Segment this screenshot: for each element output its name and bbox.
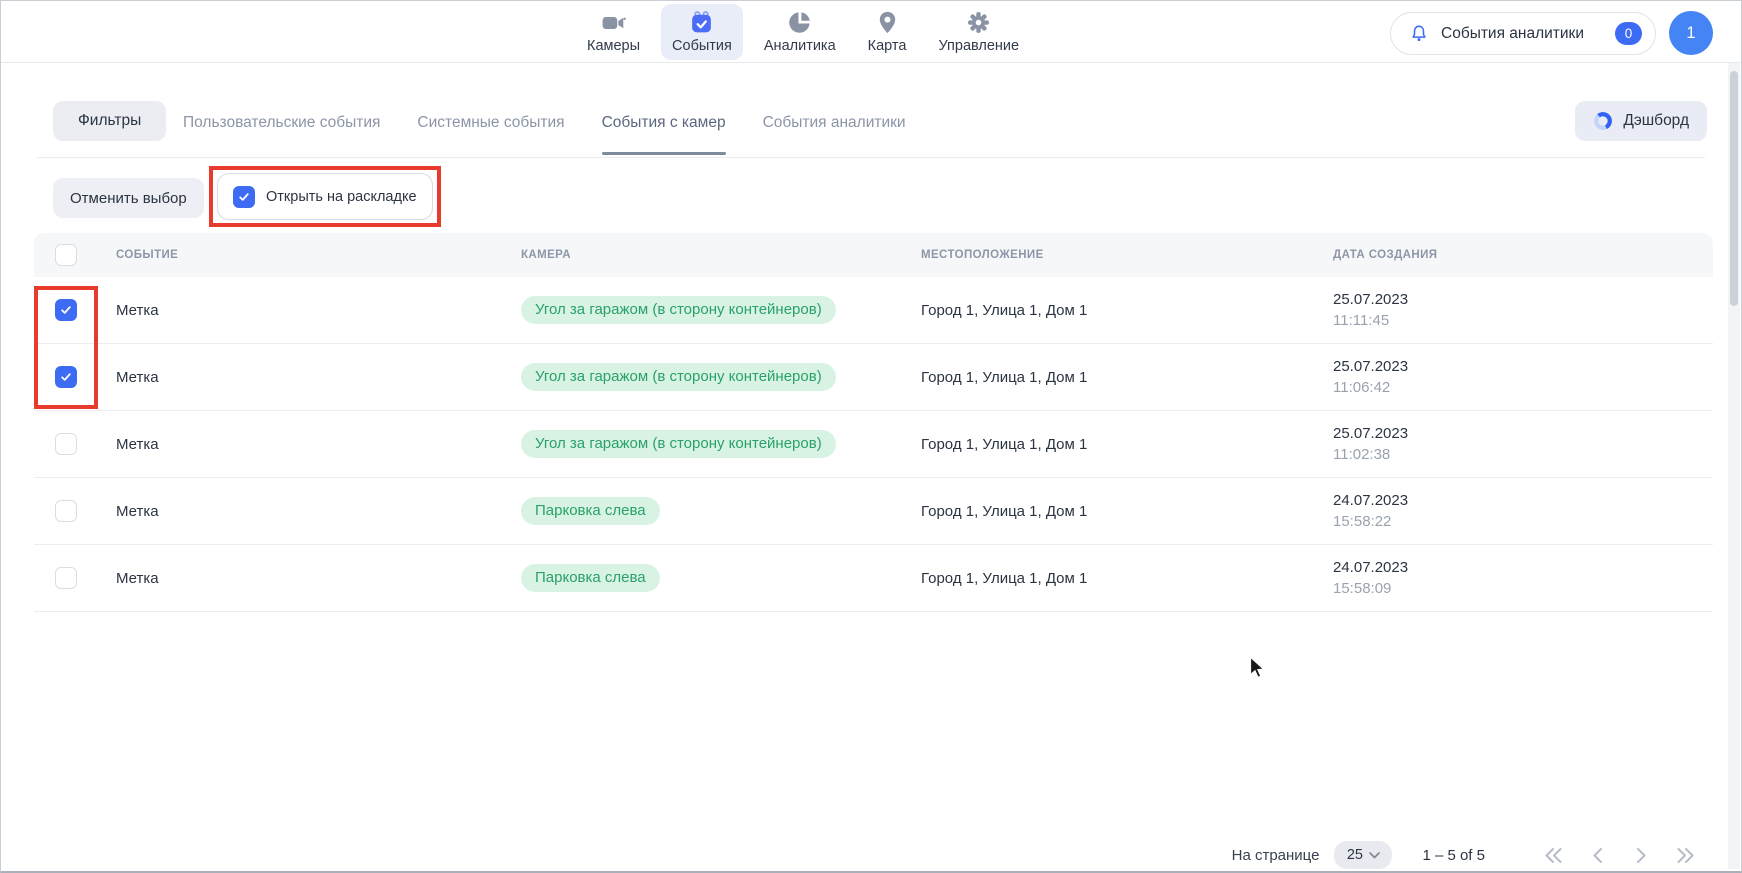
event-cell: Метка bbox=[116, 503, 521, 520]
location-cell: Город 1, Улица 1, Дом 1 bbox=[921, 369, 1333, 386]
nav-label: Карта bbox=[868, 38, 907, 54]
created-cell: 24.07.202315:58:09 bbox=[1333, 557, 1713, 599]
open-on-layout-label: Открыть на раскладке bbox=[266, 189, 417, 205]
next-page-button[interactable] bbox=[1629, 843, 1653, 867]
scrollbar-thumb[interactable] bbox=[1730, 71, 1738, 306]
created-time: 11:11:45 bbox=[1333, 310, 1713, 331]
pie-chart-icon bbox=[787, 9, 812, 36]
annotation-rectangle-open-on-layout: Открыть на раскладке bbox=[209, 166, 441, 227]
nav-label: Камеры bbox=[587, 38, 640, 54]
camera-tag[interactable]: Угол за гаражом (в сторону контейнеров) bbox=[521, 363, 836, 391]
nav-label: Управление bbox=[938, 38, 1019, 54]
created-date: 25.07.2023 bbox=[1333, 356, 1713, 377]
analytics-events-button[interactable]: События аналитики 0 bbox=[1390, 12, 1656, 55]
tabs: Пользовательские события Системные событ… bbox=[183, 102, 906, 156]
location-cell: Город 1, Улица 1, Дом 1 bbox=[921, 503, 1333, 520]
created-cell: 25.07.202311:02:38 bbox=[1333, 423, 1713, 465]
created-date: 25.07.2023 bbox=[1333, 423, 1713, 444]
row-checkbox[interactable] bbox=[55, 433, 77, 455]
pagination-footer: На странице 25 1 – 5 of 5 bbox=[1, 839, 1697, 871]
dashboard-button[interactable]: Дэшборд bbox=[1575, 101, 1707, 141]
gear-icon bbox=[966, 9, 991, 36]
tab-camera-events[interactable]: События с камер bbox=[602, 102, 726, 156]
dashboard-label: Дэшборд bbox=[1623, 112, 1689, 130]
created-time: 15:58:22 bbox=[1333, 511, 1713, 532]
camera-tag[interactable]: Угол за гаражом (в сторону контейнеров) bbox=[521, 430, 836, 458]
nav-item-map[interactable]: Карта bbox=[857, 4, 918, 60]
location-cell: Город 1, Улица 1, Дом 1 bbox=[921, 436, 1333, 453]
event-cell: Метка bbox=[116, 570, 521, 587]
table-row[interactable]: Метка Парковка слева Город 1, Улица 1, Д… bbox=[34, 478, 1713, 545]
analytics-events-label: События аналитики bbox=[1441, 25, 1584, 43]
created-date: 25.07.2023 bbox=[1333, 289, 1713, 310]
column-header-camera: КАМЕРА bbox=[521, 249, 921, 261]
row-checkbox[interactable] bbox=[55, 500, 77, 522]
first-page-button[interactable] bbox=[1541, 843, 1565, 867]
open-on-layout-button[interactable]: Открыть на раскладке bbox=[217, 173, 433, 220]
created-cell: 25.07.202311:06:42 bbox=[1333, 356, 1713, 398]
tab-analytics-events[interactable]: События аналитики bbox=[763, 102, 906, 156]
notification-count-badge: 0 bbox=[1615, 22, 1642, 45]
table-row[interactable]: Метка Парковка слева Город 1, Улица 1, Д… bbox=[34, 545, 1713, 612]
per-page-label: На странице bbox=[1232, 847, 1320, 864]
loader-donut-icon bbox=[1593, 111, 1613, 131]
created-date: 24.07.2023 bbox=[1333, 490, 1713, 511]
map-pin-icon bbox=[875, 9, 900, 36]
nav-item-events[interactable]: События bbox=[661, 4, 743, 60]
select-all-checkbox[interactable] bbox=[55, 244, 77, 266]
per-page-value: 25 bbox=[1347, 847, 1363, 863]
created-cell: 25.07.202311:11:45 bbox=[1333, 289, 1713, 331]
camera-tag[interactable]: Парковка слева bbox=[521, 564, 660, 592]
last-page-button[interactable] bbox=[1673, 843, 1697, 867]
top-bar: Камеры События Аналитика Карта bbox=[1, 1, 1741, 63]
table-row[interactable]: Метка Угол за гаражом (в сторону контейн… bbox=[34, 344, 1713, 411]
range-label: 1 – 5 of 5 bbox=[1422, 847, 1485, 864]
column-header-created: ДАТА СОЗДАНИЯ bbox=[1333, 249, 1713, 261]
chevron-down-icon bbox=[1369, 852, 1380, 859]
vertical-scrollbar[interactable] bbox=[1728, 63, 1740, 869]
camera-tag[interactable]: Угол за гаражом (в сторону контейнеров) bbox=[521, 296, 836, 324]
nav-item-analytics[interactable]: Аналитика bbox=[753, 4, 847, 60]
nav-label: События bbox=[672, 38, 732, 54]
tab-system-events[interactable]: Системные события bbox=[417, 102, 564, 156]
camera-tag[interactable]: Парковка слева bbox=[521, 497, 660, 525]
camera-icon bbox=[601, 9, 627, 36]
tabs-divider bbox=[37, 157, 1705, 158]
event-cell: Метка bbox=[116, 369, 521, 386]
cancel-selection-button[interactable]: Отменить выбор bbox=[53, 178, 204, 218]
location-cell: Город 1, Улица 1, Дом 1 bbox=[921, 570, 1333, 587]
event-cell: Метка bbox=[116, 436, 521, 453]
events-table: СОБЫТИЕ КАМЕРА МЕСТОПОЛОЖЕНИЕ ДАТА СОЗДА… bbox=[34, 233, 1713, 612]
pager bbox=[1541, 843, 1697, 867]
nav-item-management[interactable]: Управление bbox=[927, 4, 1030, 60]
location-cell: Город 1, Улица 1, Дом 1 bbox=[921, 302, 1333, 319]
table-header-row: СОБЫТИЕ КАМЕРА МЕСТОПОЛОЖЕНИЕ ДАТА СОЗДА… bbox=[34, 233, 1713, 277]
row-checkbox[interactable] bbox=[55, 299, 77, 321]
created-date: 24.07.2023 bbox=[1333, 557, 1713, 578]
tab-user-events[interactable]: Пользовательские события bbox=[183, 102, 380, 156]
nav-item-cameras[interactable]: Камеры bbox=[576, 4, 651, 60]
created-time: 11:06:42 bbox=[1333, 377, 1713, 398]
bell-icon bbox=[1408, 23, 1430, 45]
filters-button[interactable]: Фильтры bbox=[53, 101, 166, 141]
event-cell: Метка bbox=[116, 302, 521, 319]
main-nav: Камеры События Аналитика Карта bbox=[576, 4, 1030, 60]
app-window: Камеры События Аналитика Карта bbox=[0, 0, 1742, 873]
per-page-select[interactable]: 25 bbox=[1334, 841, 1392, 869]
mouse-cursor bbox=[1249, 656, 1265, 679]
previous-page-button[interactable] bbox=[1585, 843, 1609, 867]
created-time: 15:58:09 bbox=[1333, 578, 1713, 599]
column-header-location: МЕСТОПОЛОЖЕНИЕ bbox=[921, 249, 1333, 261]
user-avatar[interactable]: 1 bbox=[1669, 11, 1713, 55]
column-header-event: СОБЫТИЕ bbox=[116, 249, 521, 261]
table-row[interactable]: Метка Угол за гаражом (в сторону контейн… bbox=[34, 411, 1713, 478]
events-calendar-icon bbox=[688, 9, 715, 36]
row-checkbox[interactable] bbox=[55, 567, 77, 589]
open-on-layout-checkbox[interactable] bbox=[233, 186, 255, 208]
table-row[interactable]: Метка Угол за гаражом (в сторону контейн… bbox=[34, 277, 1713, 344]
row-checkbox[interactable] bbox=[55, 366, 77, 388]
created-time: 11:02:38 bbox=[1333, 444, 1713, 465]
created-cell: 24.07.202315:58:22 bbox=[1333, 490, 1713, 532]
nav-label: Аналитика bbox=[764, 38, 836, 54]
